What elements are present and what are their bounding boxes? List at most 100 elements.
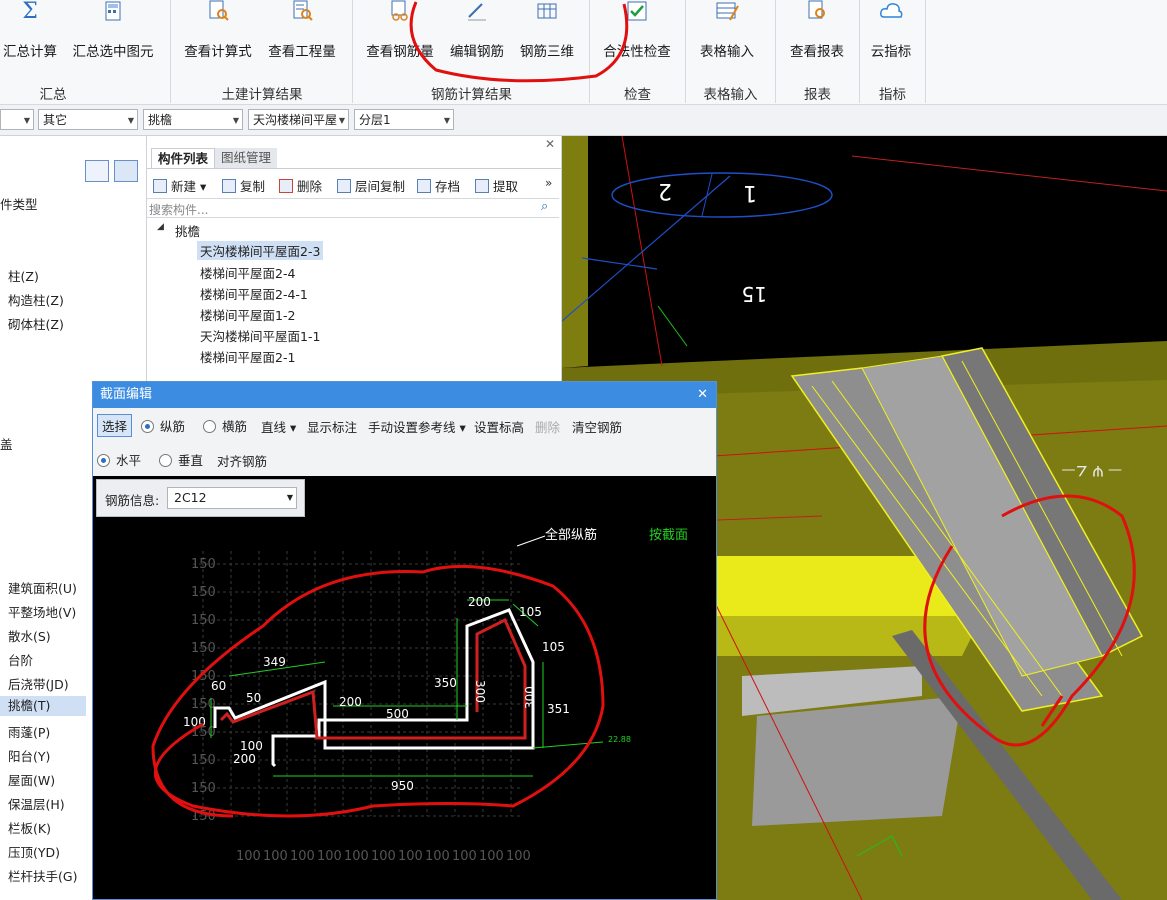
tree-item[interactable]: 压顶(YD) [8,842,60,861]
floor-copy-icon [337,179,351,193]
floor-copy-button[interactable]: 层间复制 [337,176,405,195]
dialog-titlebar: 截面编辑 ✕ [93,382,716,408]
list-item-selected[interactable]: 天沟楼梯间平屋面2-3 [197,241,324,260]
list-item[interactable]: 楼梯间平屋面2-4-1 [200,284,308,303]
align-rebar-button[interactable]: 对齐钢筋 [217,451,267,470]
tree-item[interactable]: 保温层(H) [8,794,65,813]
chevron-down-icon: ▼ [127,116,134,125]
divider [170,0,171,103]
group-label-report: 报表 [804,87,831,103]
tree-item-selected[interactable]: 挑檐(T) [0,696,86,716]
view-quantity-button[interactable]: 查看工程量 [261,0,343,76]
show-dims-button[interactable]: 显示标注 [307,417,357,436]
longitudinal-radio[interactable]: 纵筋 [141,416,185,435]
group-label-summary: 汇总 [39,87,67,103]
list-item[interactable]: 天沟楼梯间平屋面1-1 [200,326,320,345]
svg-text:100: 100 [398,849,423,864]
close-icon[interactable]: ✕ [697,382,708,408]
tree-item[interactable]: 柱(Z) [8,266,39,285]
category-select[interactable]: 其它 ▼ [38,109,138,130]
quantity-view-icon [293,0,313,21]
component-select[interactable]: 天沟楼梯间平屋 ▼ [248,109,349,130]
tree-item[interactable]: 台阶 [8,650,33,669]
svg-text:351: 351 [547,702,570,716]
radio-on-icon [141,420,154,433]
table-input-button[interactable]: 表格输入 [692,0,762,76]
chevron-down-icon: ▼ [443,116,450,125]
tree-item[interactable]: 雨蓬(P) [8,722,50,741]
svg-text:300: 300 [473,680,487,703]
cloud-index-button[interactable]: 云指标 [864,0,918,76]
tab-component-list[interactable]: 构件列表 [151,148,216,169]
tree-item[interactable]: 阳台(Y) [8,746,50,765]
select-button[interactable]: 选择 [97,414,133,437]
tree-item[interactable]: 构造柱(Z) [8,290,64,309]
list-item[interactable]: 楼梯间平屋面1-2 [200,305,295,324]
summary-calc-button[interactable]: Σ 汇总计算 [0,0,60,76]
vertical-radio[interactable]: 垂直 [159,450,203,469]
close-icon[interactable]: ✕ [545,137,555,151]
set-elevation-button[interactable]: 设置标高 [474,417,524,436]
clear-rebar-button[interactable]: 清空钢筋 [572,417,622,436]
summary-selected-button[interactable]: 汇总选中图元 [64,0,162,76]
tree-item[interactable]: 平整场地(V) [8,602,76,621]
copy-button[interactable]: 复制 [222,176,265,195]
layer-select[interactable]: 分层1 ▼ [354,109,454,130]
all-longitudinal-label: 全部纵筋 [545,527,597,543]
search-icon[interactable]: ⌕ [541,199,548,214]
tree-item[interactable]: 后浇带(JD) [8,674,69,693]
collapse-triangle-icon[interactable]: ◢ [157,222,164,232]
tree-item[interactable]: 盖 [0,434,13,453]
svg-text:100: 100 [263,849,288,864]
svg-text:60: 60 [211,679,226,693]
svg-text:200: 200 [468,595,491,609]
tree-item[interactable]: 散水(S) [8,626,51,645]
group-label-civil: 土建计算结果 [221,87,303,103]
section-drawing: 150 150 150 150 150 150 150 150 150 150 … [151,527,688,864]
tree-header: 件类型 [0,197,38,212]
svg-text:100: 100 [317,849,342,864]
delete-button[interactable]: 删除 [535,417,560,436]
extract-button[interactable]: 提取 [475,176,518,195]
divider [352,0,353,103]
list-view-icon[interactable] [85,160,109,182]
line-mode-dropdown[interactable]: 直线 ▾ [261,417,296,436]
list-group[interactable]: 挑檐 [175,221,200,240]
section-canvas[interactable]: 钢筋信息: 2C12 ▼ 150 150 150 150 150 150 150… [93,476,716,899]
svg-text:100: 100 [425,849,450,864]
grid-view-icon[interactable] [114,160,138,182]
divider [925,0,926,103]
archive-button[interactable]: 存档 [417,176,460,195]
tree-item[interactable]: 栏杆扶手(G) [8,866,77,885]
formula-view-icon [209,0,229,21]
delete-button[interactable]: 删除 [279,176,322,195]
svg-text:150: 150 [191,697,216,712]
svg-text:150: 150 [191,753,216,768]
tree-item[interactable]: 栏板(K) [8,818,51,837]
list-item[interactable]: 楼梯间平屋面2-1 [200,347,295,366]
grid-label: 15 [742,282,767,306]
manual-ref-dropdown[interactable]: 手动设置参考线 ▾ [368,417,466,436]
new-button[interactable]: 新建 ▾ [153,176,206,195]
horizontal-radio[interactable]: 水平 [97,450,141,469]
transverse-radio[interactable]: 横筋 [203,416,247,435]
ribbon-toolbar: Σ 汇总计算 汇总选中图元 查看计算式 查看工程量 查看钢筋量 编辑钢筋 钢筋三… [0,0,1167,105]
tree-item[interactable]: 砌体柱(Z) [8,314,64,333]
by-section-label: 按截面 [649,528,688,543]
calculator-icon [105,1,121,21]
grid-label: 1 [743,180,757,205]
svg-text:200: 200 [233,752,256,766]
element-select[interactable]: 挑檐 ▼ [143,109,243,130]
svg-text:150: 150 [191,613,216,628]
tree-item[interactable]: 建筑面积(U) [8,578,77,597]
component-search-field[interactable]: 搜索构件... ⌕ [147,198,559,218]
more-icon[interactable]: » [545,176,552,190]
group-label-check: 检查 [624,87,651,103]
list-item[interactable]: 楼梯间平屋面2-4 [200,263,295,282]
view-report-button[interactable]: 查看报表 [782,0,852,76]
section-edit-dialog: 截面编辑 ✕ 选择 纵筋 横筋 直线 ▾ 显示标注 手动设置参考线 ▾ 设置标高… [92,381,717,900]
tree-item[interactable]: 屋面(W) [8,770,55,789]
view-formula-button[interactable]: 查看计算式 [178,0,258,76]
floor-type-select[interactable]: ▼ [0,109,34,130]
tab-drawing-management[interactable]: 图纸管理 [215,148,278,168]
